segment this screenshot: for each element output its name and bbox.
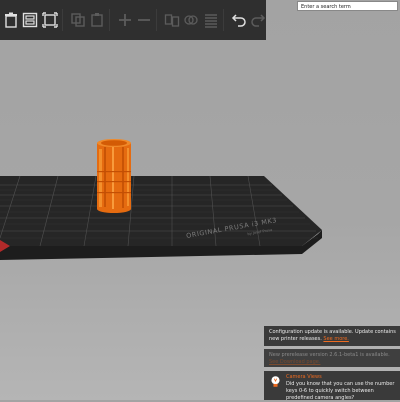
- notification-prerelease: New prerelease version 2.6.1-beta1 is av…: [264, 349, 400, 367]
- toolbar-separator: [156, 9, 158, 31]
- delete-all-icon[interactable]: [22, 10, 38, 30]
- split-parts-icon[interactable]: [183, 10, 199, 30]
- hint-text: Did you know that you can use the number…: [286, 381, 395, 401]
- 3d-model-object[interactable]: [97, 139, 131, 213]
- copy-icon[interactable]: [70, 10, 86, 30]
- undo-icon[interactable]: [231, 10, 247, 30]
- redo-icon[interactable]: [250, 10, 266, 30]
- toolbar-separator: [61, 9, 63, 31]
- hint-bulb-icon: [271, 376, 280, 387]
- delete-icon[interactable]: [3, 10, 19, 30]
- layers-editing-icon[interactable]: [203, 10, 219, 30]
- notification-hint: Camera Views Did you know that you can u…: [264, 371, 400, 401]
- paste-icon[interactable]: [89, 10, 105, 30]
- remove-instance-icon[interactable]: [136, 10, 152, 30]
- toolbar-separator: [222, 9, 224, 31]
- 3d-viewport[interactable]: ORIGINAL PRUSA i3 MK3 by Josef Prusa: [0, 40, 400, 400]
- search-input[interactable]: [301, 3, 397, 11]
- see-more-link[interactable]: See more.: [323, 336, 348, 342]
- download-page-link[interactable]: See Download page.: [269, 359, 320, 365]
- notification-text: New prerelease version 2.6.1-beta1 is av…: [269, 352, 390, 358]
- search-field[interactable]: [297, 1, 398, 11]
- top-toolbar: [0, 0, 266, 40]
- print-bed: [0, 176, 322, 246]
- arrange-icon[interactable]: [41, 10, 58, 30]
- add-instance-icon[interactable]: [117, 10, 133, 30]
- hint-title: Camera Views: [286, 374, 322, 380]
- toolbar-separator: [108, 9, 110, 31]
- split-objects-icon[interactable]: [164, 10, 180, 30]
- notification-config-update: Configuration update is available. Updat…: [264, 326, 400, 346]
